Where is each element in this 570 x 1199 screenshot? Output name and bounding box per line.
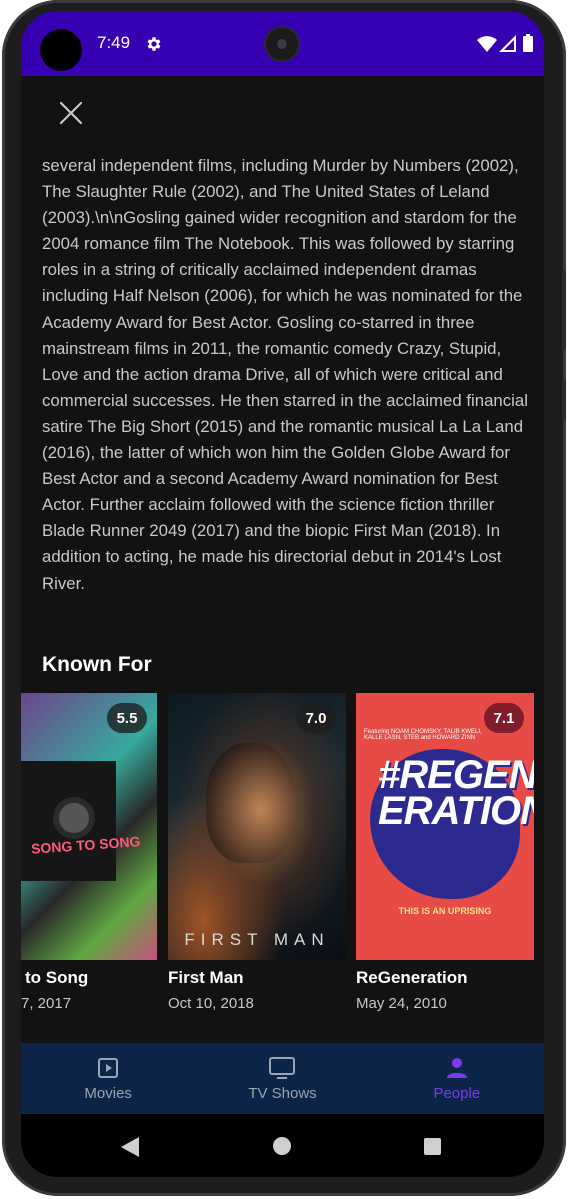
movie-poster[interactable]: FIRST MAN 7.0 [168, 693, 346, 960]
poster-title: FIRST MAN [184, 930, 330, 949]
known-for-carousel[interactable]: SONG TO SONG 5.5 to Song 7, 2017 FIRST M… [21, 693, 544, 1043]
bottom-navigation: Movies TV Shows People [21, 1043, 544, 1114]
nav-item-people[interactable]: People [370, 1043, 544, 1114]
poster-art [59, 803, 89, 833]
movie-card[interactable]: Featuring NOAM CHOMSKY, TALIB KWELI, KAL… [356, 693, 534, 1012]
close-icon[interactable] [55, 97, 87, 129]
movie-title: ReGeneration [356, 968, 468, 987]
power-button [562, 380, 566, 420]
poster-art [206, 743, 296, 863]
nav-item-movies[interactable]: Movies [21, 1043, 195, 1114]
nav-label: TV Shows [248, 1085, 317, 1102]
battery-icon [523, 34, 533, 52]
screen: 7:49 several independent films, includin… [21, 11, 544, 1177]
movie-release-date: Oct 10, 2018 [168, 995, 254, 1012]
system-navigation-bar [21, 1114, 544, 1177]
gear-icon [147, 37, 161, 51]
volume-button [562, 270, 566, 350]
movie-card[interactable]: SONG TO SONG 5.5 to Song 7, 2017 [21, 693, 157, 1012]
status-bar: 7:49 [21, 11, 544, 76]
movie-title: First Man [168, 968, 244, 987]
movie-poster[interactable]: SONG TO SONG 5.5 [21, 693, 157, 960]
nav-item-tv-shows[interactable]: TV Shows [195, 1043, 369, 1114]
poster-title: #REGEN ERATION [378, 753, 534, 833]
known-for-heading: Known For [42, 653, 152, 676]
camera-cutout [40, 29, 82, 71]
movie-icon [98, 1058, 119, 1078]
recent-apps-icon[interactable] [424, 1138, 441, 1155]
person-icon [446, 1058, 467, 1078]
status-time: 7:49 [97, 33, 131, 52]
movie-release-date: 7, 2017 [21, 995, 72, 1012]
movie-card[interactable]: FIRST MAN 7.0 First Man Oct 10, 2018 [168, 693, 346, 1012]
biography-text: several independent films, including Mur… [42, 156, 528, 593]
nav-label: Movies [84, 1085, 132, 1102]
poster-tagline: THIS IS AN UPRISING [398, 906, 492, 916]
signal-icon [499, 35, 516, 52]
back-icon[interactable] [120, 1136, 140, 1158]
movie-poster[interactable]: Featuring NOAM CHOMSKY, TALIB KWELI, KAL… [356, 693, 534, 960]
movie-title: to Song [25, 968, 89, 987]
rating-badge: 7.0 [296, 703, 336, 733]
movie-release-date: May 24, 2010 [356, 995, 447, 1012]
tv-icon [269, 1057, 296, 1079]
front-camera [266, 28, 298, 60]
wifi-icon [477, 36, 497, 52]
rating-badge: 5.5 [107, 703, 147, 733]
home-icon[interactable] [273, 1137, 291, 1155]
nav-label: People [433, 1085, 481, 1102]
poster-credit: Featuring NOAM CHOMSKY, TALIB KWELI, KAL… [364, 729, 482, 741]
rating-badge: 7.1 [484, 703, 524, 733]
phone-frame: 7:49 several independent films, includin… [2, 0, 566, 1196]
